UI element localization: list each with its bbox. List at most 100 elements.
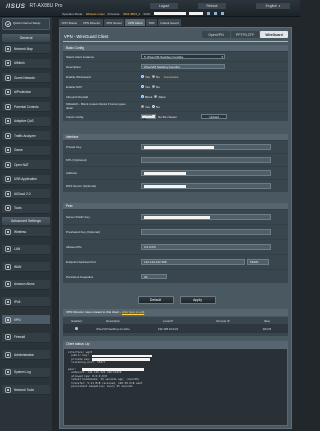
server-public-key-row: Server Public Key [63, 209, 288, 224]
subtab-pptp-l2tp[interactable]: PPTP/L2TP [231, 31, 259, 38]
sidebar-item-network-map[interactable]: Network Map [2, 44, 50, 54]
tab-vpn-client[interactable]: VPN Client [125, 19, 145, 26]
wireless-icon [5, 228, 11, 235]
sidebar-item-parental-controls[interactable]: Parental Controls [2, 102, 50, 112]
logout-button[interactable]: Logout [150, 3, 178, 9]
interface-section: Interface Private Key MTU (Optional) Add… [63, 134, 288, 192]
firewall-block-radio[interactable]: Block [141, 95, 152, 99]
sidebar-item-guest-network[interactable]: Guest Network [2, 73, 50, 83]
select-instance-dropdown[interactable]: 5: IPsecVM Sackboy Fensfire ▾ [141, 53, 225, 60]
yes-label: Yes [145, 74, 150, 79]
endpoint-row: Endpoint Address:Port 146.120.222.398 51… [63, 254, 288, 269]
sidebar-item-vpn[interactable]: VPN [2, 315, 50, 325]
quick-setup-button[interactable]: Quick Internet Setup [2, 18, 50, 30]
app-icon[interactable] [206, 12, 210, 15]
firmware-value[interactable]: 3004.388.6_0 [123, 12, 140, 16]
radio-dot [141, 95, 144, 98]
no-label: No [155, 104, 160, 109]
tab-vpn-status[interactable]: VPN Status [59, 19, 80, 26]
sidebar-item-open-nat[interactable]: Open NAT [2, 160, 50, 170]
endpoint-port-input[interactable]: 51820 [247, 259, 269, 265]
sidebar-item-ipv6[interactable]: IPv6 [2, 297, 50, 308]
tab-tor[interactable]: TOR [145, 19, 158, 26]
sidebar-item-usb-application[interactable]: USB Application [2, 174, 50, 185]
sidebar-item-amazon-alexa[interactable]: Amazon Alexa [2, 279, 50, 290]
apply-button[interactable]: Apply [179, 296, 216, 304]
sidebar-item-aicloud-2-0[interactable]: AiCloud 2.0 [2, 189, 50, 199]
usb-status-icon[interactable] [213, 12, 217, 15]
block-label: Block [145, 94, 153, 99]
peer-section: Peer Server Public Key Preshared Key (Op… [63, 203, 288, 283]
keepalive-input[interactable]: 25 [141, 273, 167, 280]
enable-wireguard-label: Enable WireGuard [66, 74, 91, 79]
column-header-iface: Iface [263, 318, 271, 323]
vpn-icon [5, 316, 11, 323]
language-label: English [265, 4, 277, 8]
subtab-wireguard[interactable]: WireGuard [260, 31, 288, 38]
firewall-icon [5, 334, 11, 340]
upload-button[interactable]: Upload [201, 113, 228, 120]
select-instance-value: 5: IPsecVM Sackboy Fensfire [144, 54, 184, 59]
sidebar-item-wireless[interactable]: Wireless [2, 227, 50, 237]
tab-vpn-server[interactable]: VPN Server [103, 19, 125, 26]
sidebar-item-administration[interactable]: Administration [2, 350, 50, 361]
mtu-input[interactable] [141, 157, 271, 163]
sidebar-item-label: Network Tools [14, 387, 34, 392]
allowed-ips-label: Allowed IPs [66, 245, 82, 249]
choose-file-button[interactable]: Choose File [141, 113, 156, 121]
description-input[interactable]: IPsecVM Sackboy Fensfire [141, 63, 225, 70]
nat-no-radio[interactable]: No [151, 85, 160, 89]
private-key-label: Private Key [66, 145, 82, 149]
endpoint-address-input[interactable]: 146.120.222.398 [141, 259, 245, 265]
sidebar-item-traffic-analyzer[interactable]: Traffic Analyzer [2, 131, 50, 141]
enable-yes-radio[interactable]: Yes [141, 75, 150, 79]
sidebar-item-aiprotection[interactable]: AiProtection [2, 87, 50, 98]
language-select[interactable]: English ▾ [256, 3, 290, 9]
brand: /ISUS RT-AX88U Pro [6, 2, 62, 10]
edit-rules-link[interactable]: click here to edit [122, 310, 144, 314]
enable-nat-label: Enable NAT [66, 84, 82, 89]
vpn-panel: VPN - WireGuard Client OpenVPN PPTP/L2TP W… [59, 27, 292, 429]
lan-icon [5, 246, 11, 252]
nat-yes-radio[interactable]: Yes [141, 85, 150, 89]
allowed-ips-input[interactable]: 0.0.0.0/0 [141, 244, 271, 250]
sidebar-item-aimesh[interactable]: AiMesh [2, 58, 50, 69]
sidebar-item-firewall[interactable]: Firewall [2, 332, 50, 343]
sidebar-item-lan[interactable]: LAN [2, 244, 50, 255]
sidebar-item-adaptive-qos[interactable]: Adaptive QoS [2, 116, 50, 127]
sidebar: Quick Internet Setup General Network Map… [0, 17, 52, 431]
default-button[interactable]: Default [137, 296, 174, 304]
table-header: Enabled Description Local IP Remote IP Iface [63, 317, 288, 324]
killswitch-no-radio[interactable]: No [151, 104, 160, 109]
tab-instant-guard[interactable]: Instant Guard [157, 19, 181, 26]
enabled-indicator[interactable] [75, 327, 78, 330]
op-mode-value[interactable]: Wireless router [86, 12, 105, 16]
inbound-firewall-row: Inbound Firewall Block Allow [63, 91, 288, 101]
reboot-button[interactable]: Reboot [198, 3, 226, 9]
firewall-allow-radio[interactable]: Allow [154, 95, 166, 99]
sidebar-item-tools[interactable]: Tools [2, 203, 50, 214]
preshared-key-input[interactable] [141, 229, 271, 235]
sidebar-item-label: Firewall [14, 335, 25, 340]
notification-icon[interactable] [220, 12, 224, 15]
radio-dot [141, 105, 144, 108]
sidebar-item-label: Adaptive QoS [14, 119, 34, 123]
cloud-icon [5, 190, 11, 197]
sidebar-item-label: Tools [14, 206, 22, 210]
chevron-down-icon: ▾ [221, 54, 223, 59]
keepalive-row: Persistent Keepalive 25 [63, 269, 288, 283]
form-actions: Default Apply [60, 296, 293, 304]
killswitch-yes-radio[interactable]: Yes [141, 105, 150, 109]
subtab-openvpn[interactable]: OpenVPN [202, 31, 230, 38]
sidebar-item-wan[interactable]: WAN [2, 262, 50, 273]
tab-vpn-director[interactable]: VPN Director [80, 19, 103, 26]
enable-no-radio[interactable]: No [151, 75, 160, 79]
admin-icon [5, 351, 11, 358]
sidebar-item-network-tools[interactable]: Network Tools [2, 385, 50, 396]
iface-value: WGC5 [262, 326, 272, 331]
mtu-row: MTU (Optional) [63, 153, 288, 166]
sidebar-item-game[interactable]: Game [2, 145, 50, 156]
redacted-value [144, 172, 186, 175]
sidebar-item-system-log[interactable]: System Log [2, 367, 50, 378]
vpn-tabs: VPN Status VPN Director VPN Server VPN Clie… [59, 19, 181, 26]
